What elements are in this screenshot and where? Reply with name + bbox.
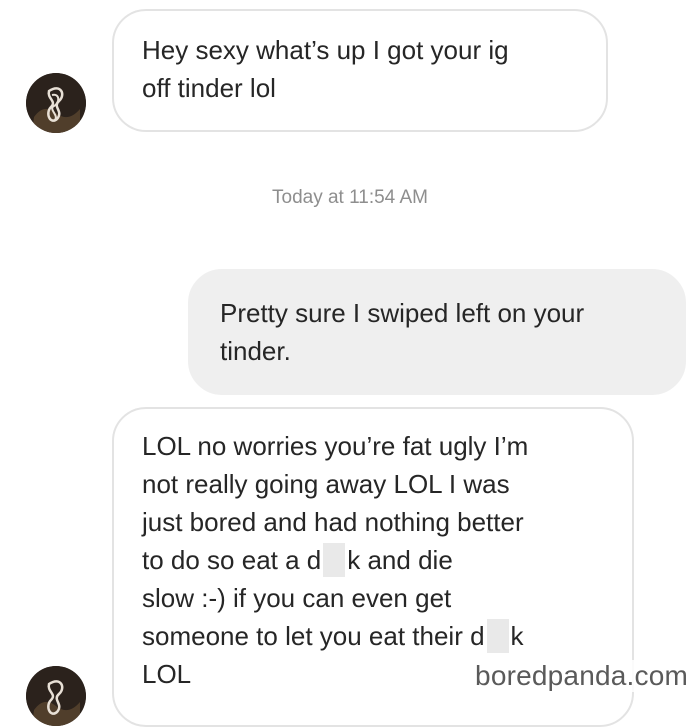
message-text: Pretty sure I swiped left on your tinder… (220, 298, 585, 366)
message-timestamp: Today at 11:54 AM (272, 187, 428, 208)
sender-avatar[interactable] (26, 73, 86, 133)
censor-block (323, 543, 346, 577)
message-text: Hey sexy what’s up I got your ig off tin… (142, 35, 509, 103)
censor-block (486, 619, 509, 653)
sender-avatar[interactable] (26, 666, 86, 726)
message-bubble-outgoing[interactable]: Pretty sure I swiped left on your tinder… (188, 269, 686, 395)
message-text: LOL no worries you’re fat ugly I’m not r… (142, 427, 604, 693)
scribbled-profile-avatar-icon (26, 73, 86, 133)
message-bubble-incoming[interactable]: Hey sexy what’s up I got your ig off tin… (112, 9, 608, 132)
watermark: boredpanda.com (471, 660, 692, 692)
scribbled-profile-avatar-icon (26, 666, 86, 726)
